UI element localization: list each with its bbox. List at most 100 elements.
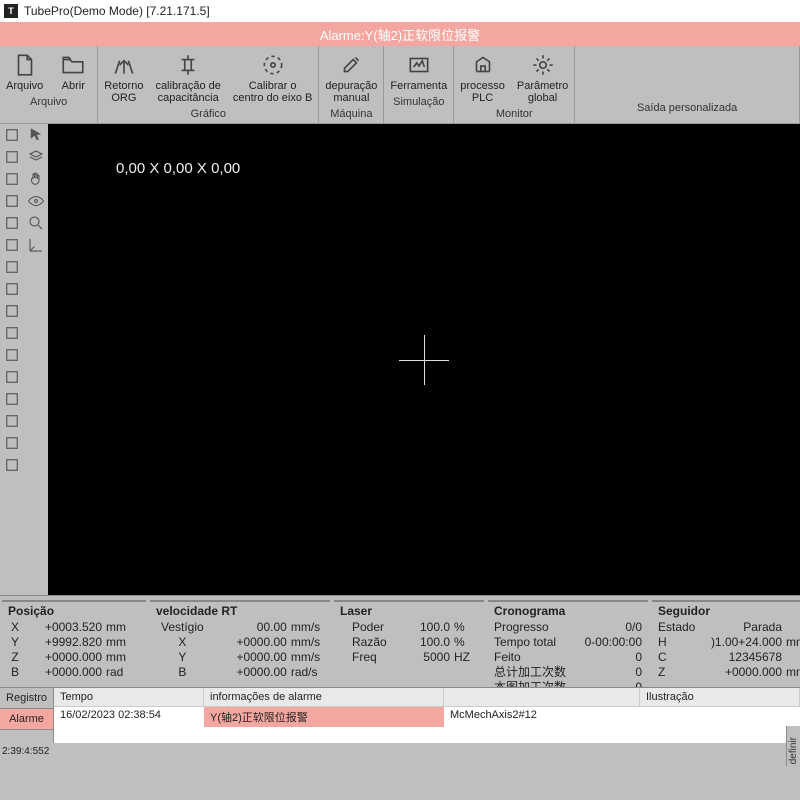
column-icon[interactable] xyxy=(3,214,21,232)
status-unit: mm xyxy=(786,635,800,650)
status-key: Z xyxy=(658,665,702,680)
status-row: X+0000.00mm/s xyxy=(156,635,324,650)
arrow-icon[interactable] xyxy=(3,258,21,276)
file-button[interactable]: Arquivo xyxy=(0,48,49,94)
panel-laser: Laser Poder100.0%Razão100.0%Freq5000HZ xyxy=(334,600,484,683)
cube-icon[interactable] xyxy=(3,148,21,166)
dots-icon[interactable] xyxy=(3,412,21,430)
panel-schedule: Cronograma Progresso0/0Tempo total0-00:0… xyxy=(488,600,648,683)
status-unit: rad xyxy=(106,665,140,680)
zoom-icon[interactable] xyxy=(27,214,45,232)
status-key: C xyxy=(658,650,702,665)
panel-follower-title: Seguidor xyxy=(658,604,800,618)
log-table: Tempo informações de alarme Ilustração 1… xyxy=(54,688,800,743)
plc-icon xyxy=(469,52,497,78)
hand-icon[interactable] xyxy=(27,170,45,188)
burst-icon[interactable] xyxy=(3,324,21,342)
tab-registro[interactable]: Registro xyxy=(0,688,53,709)
status-unit xyxy=(786,650,800,665)
status-key: Y xyxy=(156,650,209,665)
status-row: Z+0000.000mm xyxy=(658,665,800,680)
status-key: Freq xyxy=(340,650,390,665)
calib-cap-button[interactable]: calibração decapacitância xyxy=(149,48,226,106)
manual-debug-icon xyxy=(337,52,365,78)
log-row[interactable]: 16/02/2023 02:38:54 Y(轴2)正软限位报警 McMechAx… xyxy=(54,707,800,727)
spark-icon[interactable] xyxy=(3,390,21,408)
status-row: C12345678 xyxy=(658,650,800,665)
rectfill-icon[interactable] xyxy=(3,302,21,320)
status-row: 总计加工次数0 xyxy=(494,665,642,680)
status-key: X xyxy=(156,635,209,650)
status-value: 100.0 xyxy=(394,620,450,635)
open-button[interactable]: Abrir xyxy=(49,48,97,94)
status-row: Z+0000.000mm xyxy=(8,650,140,665)
return-org-button[interactable]: RetornoORG xyxy=(98,48,149,106)
tool-button[interactable]: Ferramenta xyxy=(384,48,453,94)
log-cell-info: Y(轴2)正软限位报警 xyxy=(204,707,444,727)
calib-b-button[interactable]: Calibrar ocentro do eixo B xyxy=(227,48,319,106)
side-label[interactable]: definir xyxy=(786,726,800,766)
ribbon-group-label: Monitor xyxy=(454,106,574,123)
grid-icon[interactable] xyxy=(3,126,21,144)
log-header: Tempo informações de alarme Ilustração xyxy=(54,688,800,707)
eraser-icon[interactable] xyxy=(3,456,21,474)
open-icon xyxy=(59,52,87,78)
left-toolbar-2 xyxy=(24,124,48,595)
calib-b-icon xyxy=(259,52,287,78)
status-value: +0000.000 xyxy=(26,665,102,680)
pointer-icon[interactable] xyxy=(27,126,45,144)
status-unit: mm xyxy=(106,620,140,635)
rect-icon[interactable] xyxy=(3,280,21,298)
status-key: B xyxy=(156,665,209,680)
app-icon: T xyxy=(4,4,18,18)
status-unit: mm/s xyxy=(291,650,324,665)
status-key: Z xyxy=(8,650,22,665)
status-value: 0 xyxy=(564,665,642,680)
status-unit xyxy=(786,620,800,635)
status-unit: HZ xyxy=(454,650,478,665)
param-button[interactable]: Parâmetroglobal xyxy=(511,48,574,106)
manual-debug-button[interactable]: depuraçãomanual xyxy=(319,48,383,106)
ribbon-group-label: Gráfico xyxy=(98,106,318,123)
status-key: Feito xyxy=(494,650,559,665)
tab-alarme[interactable]: Alarme xyxy=(0,709,53,730)
curve-icon[interactable] xyxy=(3,170,21,188)
ribbon-item-label: processoPLC xyxy=(460,80,505,104)
status-row: B +0000.000 rad xyxy=(8,665,140,680)
alarm-banner: Alarme:Y(轴2)正软限位报警 xyxy=(0,22,800,46)
status-key: Y xyxy=(8,635,22,650)
status-key: B xyxy=(8,665,22,680)
target-icon[interactable] xyxy=(3,434,21,452)
status-value: )1.00+24.000 xyxy=(706,635,782,650)
titlebar: T TubePro(Demo Mode) [7.21.171.5] xyxy=(0,0,800,22)
plc-button[interactable]: processoPLC xyxy=(454,48,511,106)
shape-icon[interactable] xyxy=(3,346,21,364)
layers-icon[interactable] xyxy=(27,148,45,166)
status-unit: mm xyxy=(786,665,800,680)
status-row: Progresso0/0 xyxy=(494,620,642,635)
group-icon[interactable] xyxy=(3,192,21,210)
viewport-canvas[interactable]: 0,00 X 0,00 X 0,00 xyxy=(48,124,800,595)
status-row: Y+0000.00mm/s xyxy=(156,650,324,665)
panel-rt-speed: velocidade RT Vestígio00.00mm/sX+0000.00… xyxy=(150,600,330,683)
ribbon-item-label: Parâmetroglobal xyxy=(517,80,568,104)
status-unit: mm/s xyxy=(291,620,324,635)
status-bar: Posição X+0003.520mmY+9992.820mmZ+0000.0… xyxy=(0,595,800,687)
status-key: Razão xyxy=(340,635,390,650)
eye-icon[interactable] xyxy=(27,192,45,210)
axis-icon[interactable] xyxy=(27,236,45,254)
panel-rt-title: velocidade RT xyxy=(156,604,324,618)
status-row: Freq 5000 HZ xyxy=(340,650,478,665)
file-icon xyxy=(11,52,39,78)
drop-icon[interactable] xyxy=(3,368,21,386)
status-value: 5000 xyxy=(394,650,450,665)
status-key: H xyxy=(658,635,702,650)
log-col-tempo: Tempo xyxy=(54,688,204,706)
status-key: Vestígio xyxy=(156,620,209,635)
ring-icon[interactable] xyxy=(3,236,21,254)
return-org-icon xyxy=(110,52,138,78)
ribbon-item-label: Abrir xyxy=(62,80,85,92)
status-unit: % xyxy=(454,635,478,650)
status-value: +9992.820 xyxy=(26,635,102,650)
ribbon-group: depuraçãomanualMáquina xyxy=(319,46,384,123)
